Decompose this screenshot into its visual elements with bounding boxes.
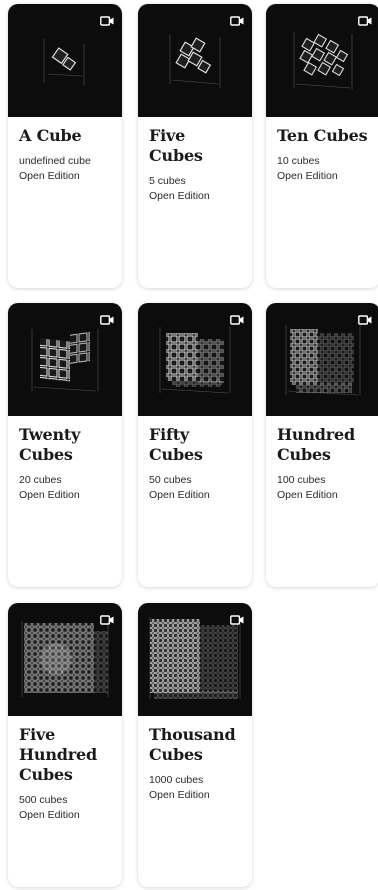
- card-title: Hundred Cubes: [277, 425, 355, 464]
- collection-card-a-cube[interactable]: A Cube undefined cube Open Edition: [8, 4, 122, 288]
- collection-card-hundred-cubes[interactable]: Hundred Cubes 100 cubes Open Edition: [266, 303, 378, 587]
- collection-card-ten-cubes[interactable]: Ten Cubes 10 cubes Open Edition: [266, 4, 378, 288]
- card-title: Five Hundred Cubes: [19, 725, 97, 784]
- edition-label: Open Edition: [149, 489, 210, 501]
- video-icon: [230, 615, 244, 625]
- card-title: Twenty Cubes: [19, 425, 81, 464]
- collection-grid: A Cube undefined cube Open Edition Five …: [0, 0, 378, 890]
- card-thumbnail[interactable]: [138, 4, 252, 117]
- collection-card-thousand-cubes[interactable]: Thousand Cubes 1000 cubes Open Edition: [138, 603, 252, 887]
- card-title: Thousand Cubes: [149, 725, 236, 764]
- card-thumbnail[interactable]: [8, 4, 122, 117]
- video-icon: [358, 315, 372, 325]
- collection-card-fifty-cubes[interactable]: Fifty Cubes 50 cubes Open Edition: [138, 303, 252, 587]
- edition-label: Open Edition: [149, 789, 210, 801]
- video-icon: [358, 16, 372, 26]
- video-icon: [100, 16, 114, 26]
- collection-card-twenty-cubes[interactable]: Twenty Cubes 20 cubes Open Edition: [8, 303, 122, 587]
- cube-count: 5 cubes: [149, 175, 186, 187]
- card-thumbnail[interactable]: [138, 603, 252, 716]
- cube-count: 500 cubes: [19, 794, 68, 806]
- card-title: A Cube: [19, 126, 82, 145]
- edition-label: Open Edition: [19, 489, 80, 501]
- card-thumbnail[interactable]: [8, 303, 122, 416]
- video-icon: [100, 615, 114, 625]
- edition-label: Open Edition: [19, 170, 80, 182]
- card-thumbnail[interactable]: [266, 4, 378, 117]
- edition-label: Open Edition: [149, 190, 210, 202]
- card-title: Fifty Cubes: [149, 425, 203, 464]
- cube-count: 10 cubes: [277, 155, 320, 167]
- edition-label: Open Edition: [19, 809, 80, 821]
- card-thumbnail[interactable]: [138, 303, 252, 416]
- card-thumbnail[interactable]: [266, 303, 378, 416]
- video-icon: [230, 16, 244, 26]
- video-icon: [230, 315, 244, 325]
- card-thumbnail[interactable]: [8, 603, 122, 716]
- cube-count: 1000 cubes: [149, 774, 204, 786]
- video-icon: [100, 315, 114, 325]
- card-title: Ten Cubes: [277, 126, 368, 145]
- cube-count: undefined cube: [19, 155, 91, 167]
- edition-label: Open Edition: [277, 170, 338, 182]
- collection-card-five-hundred-cubes[interactable]: Five Hundred Cubes 500 cubes Open Editio…: [8, 603, 122, 887]
- cube-count: 20 cubes: [19, 474, 62, 486]
- collection-card-five-cubes[interactable]: Five Cubes 5 cubes Open Edition: [138, 4, 252, 288]
- card-title: Five Cubes: [149, 126, 203, 165]
- cube-count: 100 cubes: [277, 474, 326, 486]
- cube-count: 50 cubes: [149, 474, 192, 486]
- edition-label: Open Edition: [277, 489, 338, 501]
